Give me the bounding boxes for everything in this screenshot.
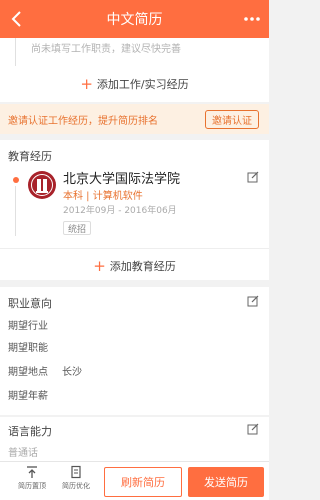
expected-industry-label: 期望行业 <box>8 321 48 332</box>
certify-banner: 邀请认证工作经历，提升简历排名 邀请认证 <box>0 104 269 134</box>
app-header: 中文简历 <box>0 0 269 38</box>
refresh-resume-button[interactable]: 刷新简历 <box>104 467 182 497</box>
plus-icon: + <box>93 256 106 275</box>
university-logo-icon <box>28 171 56 199</box>
edit-icon[interactable] <box>247 423 259 435</box>
document-icon <box>71 465 81 479</box>
edit-icon[interactable] <box>247 295 259 307</box>
work-duty-hint: 尚未填写工作职责，建议尽快完善 <box>31 44 181 55</box>
language-section-title: 语言能力 <box>8 425 52 438</box>
add-education-label: 添加教育经历 <box>109 260 176 273</box>
optimize-resume-label: 简历优化 <box>62 482 90 490</box>
back-arrow-icon[interactable] <box>6 8 28 30</box>
optimize-resume-button[interactable]: 简历优化 <box>58 465 94 491</box>
school-name[interactable]: 北京大学国际法学院 <box>63 168 180 187</box>
education-date: 2012年09月 - 2016年06月 <box>63 206 177 216</box>
invite-certify-button[interactable]: 邀请认证 <box>205 110 259 129</box>
expected-salary-label: 期望年薪 <box>8 391 48 402</box>
degree-major: 本科 | 计算机软件 <box>63 191 143 202</box>
work-experience-card: 尚未填写工作职责，建议尽快完善 + 添加工作/实习经历 <box>0 38 269 102</box>
timeline-line <box>15 186 16 236</box>
pin-resume-label: 简历置顶 <box>18 482 46 490</box>
divider <box>0 248 269 249</box>
expected-location-label: 期望地点 <box>8 367 48 378</box>
plus-icon: + <box>80 74 93 93</box>
pin-top-icon <box>27 466 37 478</box>
add-work-button[interactable]: + 添加工作/实习经历 <box>0 76 269 92</box>
expected-location-value: 长沙 <box>62 367 82 378</box>
education-section-title: 教育经历 <box>8 150 52 163</box>
page-title: 中文简历 <box>106 12 163 28</box>
career-intention-card: 职业意向 期望行业 期望职能 期望地点 长沙 期望年薪 <box>0 287 269 415</box>
add-education-button[interactable]: + 添加教育经历 <box>0 258 269 274</box>
timeline-dot <box>13 177 19 183</box>
add-work-label: 添加工作/实习经历 <box>96 78 189 91</box>
language-card: 语言能力 普通话 <box>0 417 269 461</box>
expected-function-label: 期望职能 <box>8 343 48 354</box>
more-icon[interactable] <box>243 10 261 28</box>
bottom-action-bar: 简历置顶 简历优化 刷新简历 发送简历 <box>0 461 269 500</box>
pin-resume-button[interactable]: 简历置顶 <box>14 465 50 491</box>
language-item: 普通话 <box>8 448 38 459</box>
send-resume-button[interactable]: 发送简历 <box>188 467 264 497</box>
timeline-line <box>15 38 16 66</box>
intention-section-title: 职业意向 <box>8 297 52 310</box>
education-card: 教育经历 北京大学国际法学院 本科 | 计算机软件 2012年09月 - 201… <box>0 140 269 280</box>
banner-text: 邀请认证工作经历，提升简历排名 <box>8 115 158 127</box>
enrollment-tag: 统招 <box>63 221 92 235</box>
edit-icon[interactable] <box>247 171 259 183</box>
